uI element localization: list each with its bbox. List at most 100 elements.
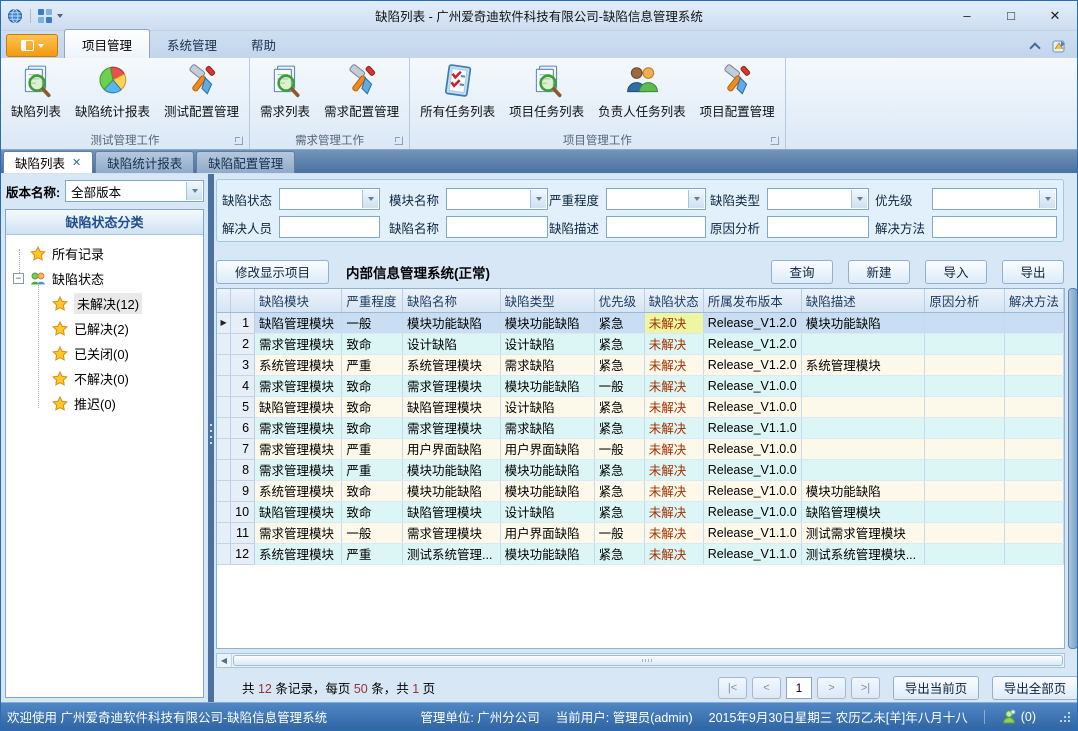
tree-item[interactable]: 已解决(2) [6, 316, 203, 341]
cell-version[interactable]: Release_V1.2.0 [703, 354, 801, 375]
ribbon-button[interactable]: 项目任务列表 [502, 60, 591, 122]
cell-solution[interactable] [1004, 438, 1063, 459]
cell-desc[interactable]: 缺陷管理模块 [801, 501, 925, 522]
cell-severity[interactable]: 致命 [342, 375, 403, 396]
dialog-launcher-icon[interactable] [234, 136, 243, 145]
collapse-expander-icon[interactable]: − [13, 273, 24, 284]
application-menu-button[interactable] [6, 34, 58, 57]
cell-status[interactable]: 未解决 [644, 501, 703, 522]
cell-cause[interactable] [925, 501, 1005, 522]
cell-module[interactable]: 系统管理模块 [255, 543, 342, 564]
filter-input[interactable] [446, 216, 548, 238]
column-header[interactable]: 优先级 [594, 289, 644, 312]
cell-type[interactable]: 用户界面缺陷 [500, 522, 594, 543]
cell-module[interactable]: 缺陷管理模块 [255, 312, 342, 333]
cell-type[interactable]: 设计缺陷 [500, 333, 594, 354]
cell-desc[interactable]: 模块功能缺陷 [801, 480, 925, 501]
cell-module[interactable]: 系统管理模块 [255, 354, 342, 375]
cell-solution[interactable] [1004, 354, 1063, 375]
close-button[interactable]: ✕ [1033, 1, 1077, 30]
cell-cause[interactable] [925, 522, 1005, 543]
cell-cause[interactable] [925, 354, 1005, 375]
cell-type[interactable]: 模块功能缺陷 [500, 480, 594, 501]
cell-cause[interactable] [925, 438, 1005, 459]
cell-cause[interactable] [925, 543, 1005, 564]
query-button[interactable]: 查询 [771, 260, 833, 284]
cell-version[interactable]: Release_V1.1.0 [703, 417, 801, 438]
cell-type[interactable]: 模块功能缺陷 [500, 312, 594, 333]
ribbon-button[interactable]: 需求列表 [253, 60, 317, 122]
cell-module[interactable]: 需求管理模块 [255, 522, 342, 543]
chevron-down-icon[interactable] [530, 190, 546, 208]
cell-type[interactable]: 模块功能缺陷 [500, 375, 594, 396]
cell-name[interactable]: 需求管理模块 [403, 522, 501, 543]
cell-status[interactable]: 未解决 [644, 396, 703, 417]
layout-grid-icon[interactable] [38, 9, 52, 23]
cell-cause[interactable] [925, 333, 1005, 354]
chevron-down-icon[interactable] [688, 190, 704, 208]
cell-severity[interactable]: 致命 [342, 396, 403, 417]
cell-status[interactable]: 未解决 [644, 417, 703, 438]
filter-input[interactable] [606, 216, 706, 238]
chevron-down-icon[interactable] [186, 182, 202, 200]
filter-combo[interactable] [446, 188, 548, 210]
cell-cause[interactable] [925, 417, 1005, 438]
cell-priority[interactable]: 紧急 [594, 396, 644, 417]
column-header[interactable]: 所属发布版本 [703, 289, 801, 312]
cell-severity[interactable]: 致命 [342, 501, 403, 522]
cell-solution[interactable] [1004, 333, 1063, 354]
ribbon-button[interactable]: 所有任务列表 [413, 60, 502, 122]
cell-desc[interactable] [801, 459, 925, 480]
cell-severity[interactable]: 严重 [342, 438, 403, 459]
table-row[interactable]: 7需求管理模块严重用户界面缺陷用户界面缺陷一般未解决Release_V1.0.0 [217, 438, 1064, 459]
cell-name[interactable]: 测试系统管理... [403, 543, 501, 564]
cell-module[interactable]: 需求管理模块 [255, 438, 342, 459]
modify-columns-button[interactable]: 修改显示项目 [216, 260, 329, 284]
ribbon-tab[interactable]: 系统管理 [150, 30, 234, 58]
cell-module[interactable]: 系统管理模块 [255, 480, 342, 501]
filter-combo[interactable] [606, 188, 706, 210]
column-header[interactable]: 缺陷模块 [255, 289, 342, 312]
tree-item[interactable]: 不解决(0) [6, 366, 203, 391]
cell-desc[interactable] [801, 333, 925, 354]
cell-priority[interactable]: 紧急 [594, 480, 644, 501]
cell-desc[interactable] [801, 375, 925, 396]
cell-status[interactable]: 未解决 [644, 333, 703, 354]
tree-item[interactable]: 所有记录 [6, 241, 203, 266]
table-row[interactable]: 9系统管理模块致命模块功能缺陷模块功能缺陷紧急未解决Release_V1.0.0… [217, 480, 1064, 501]
cell-name[interactable]: 系统管理模块 [403, 354, 501, 375]
cell-priority[interactable]: 紧急 [594, 312, 644, 333]
message-indicator[interactable]: (0) [1001, 709, 1036, 725]
cell-solution[interactable] [1004, 480, 1063, 501]
column-header[interactable]: 解决方法 [1004, 289, 1063, 312]
cell-version[interactable]: Release_V1.1.0 [703, 522, 801, 543]
cell-module[interactable]: 需求管理模块 [255, 333, 342, 354]
cell-severity[interactable]: 一般 [342, 312, 403, 333]
cell-priority[interactable]: 紧急 [594, 333, 644, 354]
cell-type[interactable]: 设计缺陷 [500, 396, 594, 417]
cell-priority[interactable]: 紧急 [594, 543, 644, 564]
horizontal-scrollbar-thumb[interactable] [233, 655, 1063, 666]
cell-status[interactable]: 未解决 [644, 522, 703, 543]
new-button[interactable]: 新建 [848, 260, 910, 284]
maximize-button[interactable]: □ [989, 1, 1033, 30]
cell-module[interactable]: 需求管理模块 [255, 459, 342, 480]
cell-desc[interactable]: 测试需求管理模块 [801, 522, 925, 543]
cell-name[interactable]: 缺陷管理模块 [403, 396, 501, 417]
table-row[interactable]: 3系统管理模块严重系统管理模块需求缺陷紧急未解决Release_V1.2.0系统… [217, 354, 1064, 375]
cell-status[interactable]: 未解决 [644, 480, 703, 501]
cell-type[interactable]: 设计缺陷 [500, 501, 594, 522]
filter-combo[interactable] [279, 188, 380, 210]
cell-priority[interactable]: 一般 [594, 438, 644, 459]
column-header[interactable]: 原因分析 [925, 289, 1005, 312]
table-row[interactable]: 5缺陷管理模块致命缺陷管理模块设计缺陷紧急未解决Release_V1.0.0 [217, 396, 1064, 417]
cell-priority[interactable]: 紧急 [594, 417, 644, 438]
cell-name[interactable]: 模块功能缺陷 [403, 480, 501, 501]
cell-version[interactable]: Release_V1.0.0 [703, 501, 801, 522]
cell-severity[interactable]: 致命 [342, 480, 403, 501]
dialog-launcher-icon[interactable] [770, 136, 779, 145]
cell-solution[interactable] [1004, 396, 1063, 417]
cell-version[interactable]: Release_V1.0.0 [703, 480, 801, 501]
cell-module[interactable]: 缺陷管理模块 [255, 396, 342, 417]
cell-desc[interactable] [801, 438, 925, 459]
